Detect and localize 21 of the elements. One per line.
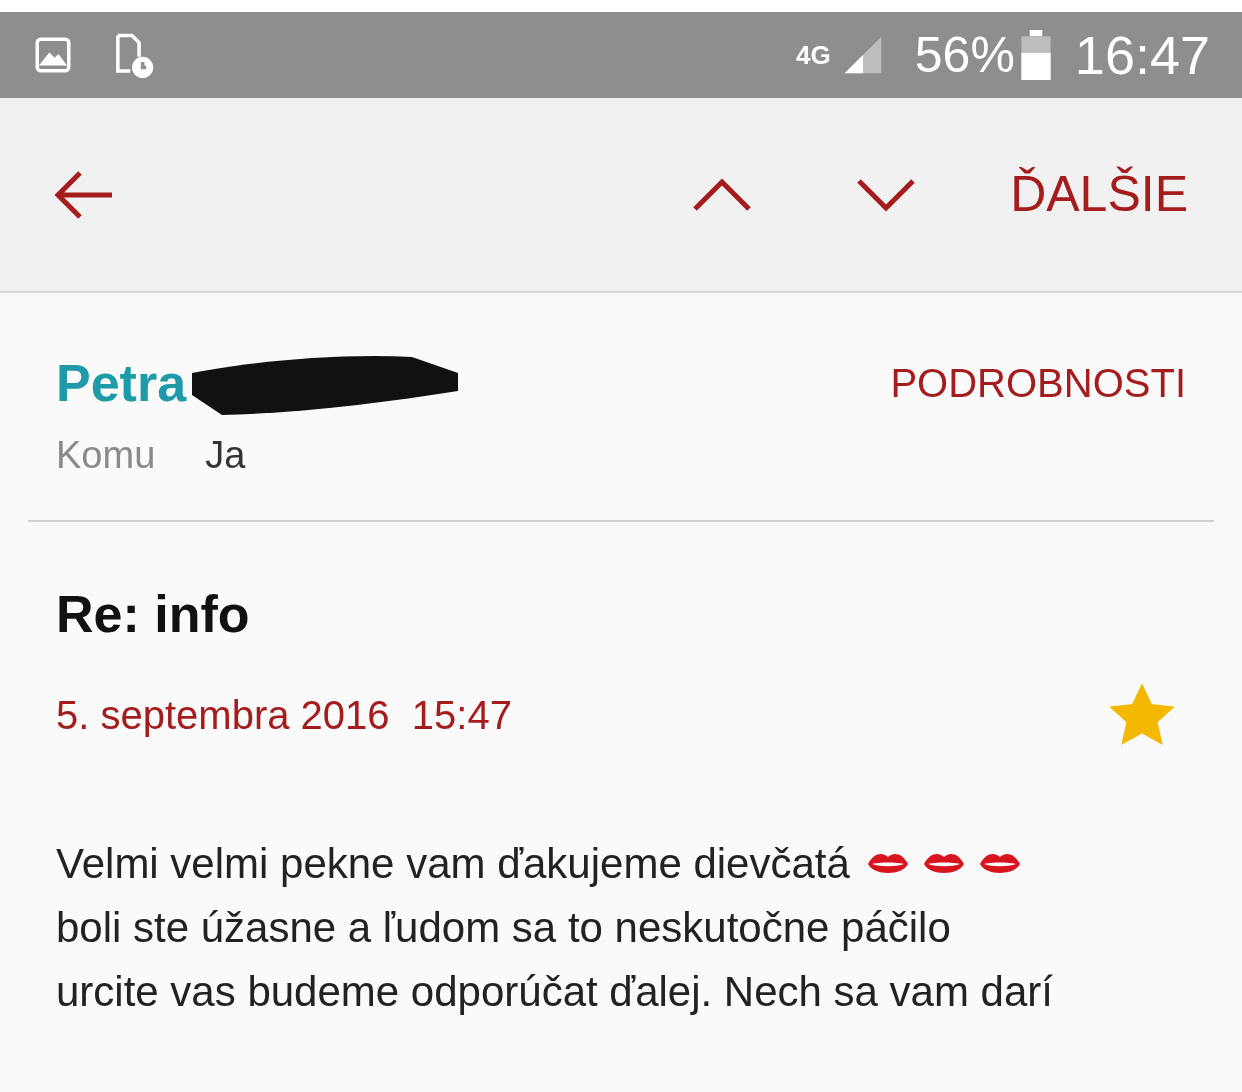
chevron-down-icon — [856, 177, 917, 212]
sender-name: Petra — [56, 353, 187, 414]
recipient: Ja — [205, 433, 246, 478]
subject: Re: info — [55, 588, 251, 640]
battery-icon — [1020, 30, 1051, 80]
network-type: 4G — [796, 42, 831, 68]
star-icon[interactable] — [1110, 684, 1174, 746]
clock-time: 16:47 — [1074, 23, 1210, 87]
previous-button[interactable] — [692, 177, 753, 212]
message-body-line: Velmi velmi pekne vam ďakujeme dievčatá — [56, 839, 850, 889]
message-body-line: boli ste úžasne a ľudom sa to neskutočne páčilo — [56, 903, 951, 953]
details-link[interactable]: PODROBNOSTI — [890, 353, 1186, 413]
message-date: 5. septembra 2016 15:47 — [56, 692, 512, 739]
next-button[interactable] — [856, 177, 917, 212]
back-button[interactable] — [54, 169, 114, 220]
battery-percentage: 56% — [914, 25, 1015, 85]
more-button[interactable]: ĎALŠIE — [1010, 157, 1188, 232]
message-body-line: urcite vas budeme odporúčat ďalej. Nech sa vam darí — [56, 967, 1053, 1017]
chevron-up-icon — [692, 177, 753, 212]
back-arrow-icon — [54, 169, 114, 220]
to-label: Komu — [56, 433, 156, 478]
